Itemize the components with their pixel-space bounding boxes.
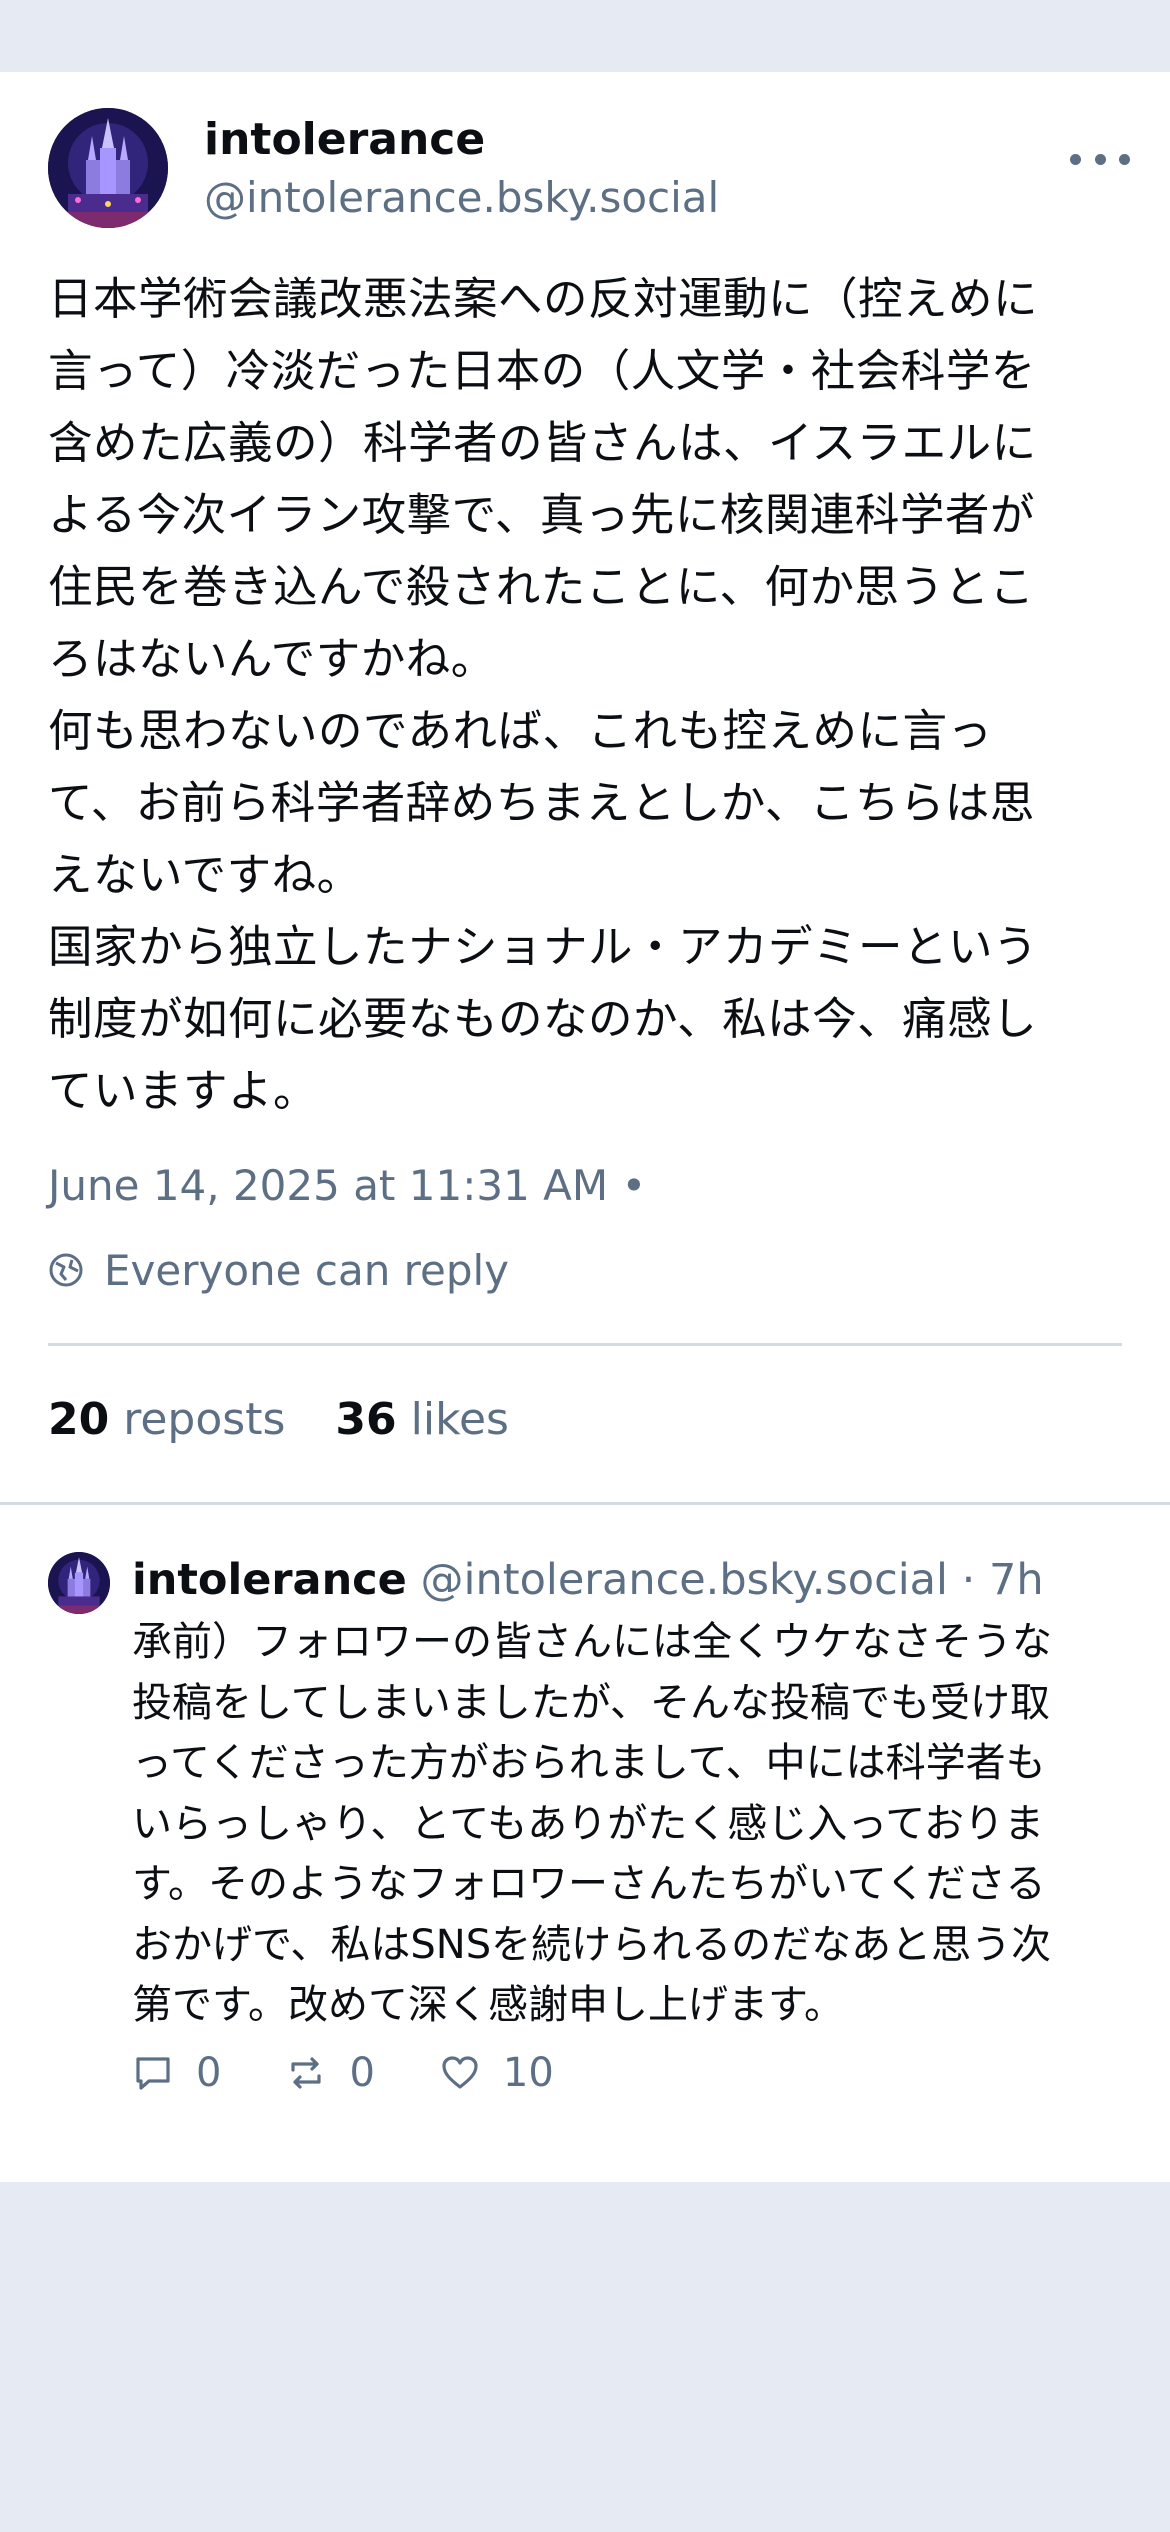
post-text: 日本学術会議改悪法案への反対運動に（控えめに 言って）冷淡だった日本の（人文学・… — [48, 274, 1039, 1117]
reply-time[interactable]: 7h — [989, 1555, 1044, 1605]
divider — [0, 1502, 1170, 1505]
repost-icon — [291, 2057, 322, 2089]
reply-setting: Everyone can reply — [48, 1242, 509, 1298]
reply-button[interactable]: 0 — [132, 2050, 221, 2096]
reposts-count: 20 — [48, 1394, 110, 1445]
castle-image — [48, 108, 168, 228]
comment-icon — [136, 2057, 170, 2090]
reposts-label: reposts — [123, 1394, 286, 1445]
like-count: 10 — [502, 2050, 554, 2096]
reply-author-handle[interactable]: @intolerance.bsky.social — [421, 1555, 948, 1605]
reply-header: intolerance @intolerance.bsky.social · 7… — [132, 1550, 1044, 1610]
post-thread: intolerance @intolerance.bsky.social 日本学… — [0, 72, 1170, 2182]
globe-icon — [49, 1253, 83, 1287]
author-avatar[interactable] — [48, 108, 168, 228]
reposts-stat[interactable]: 20 reposts — [48, 1390, 285, 1450]
divider — [48, 1343, 1122, 1346]
reply-author-avatar[interactable] — [48, 1552, 110, 1614]
likes-stat[interactable]: 36 likes — [335, 1390, 509, 1450]
like-button[interactable]: 10 — [439, 2050, 554, 2096]
reply-count: 0 — [196, 2050, 222, 2096]
dot — [1094, 153, 1106, 165]
reply-author-name[interactable]: intolerance — [132, 1555, 407, 1605]
likes-label: likes — [410, 1394, 509, 1445]
heart-icon — [442, 2056, 478, 2089]
reply-actions: 0 0 10 — [132, 2050, 618, 2096]
more-options-icon[interactable] — [1070, 144, 1130, 174]
reply-text: 承前）フォロワーの皆さんには全くウケなさそうな 投稿をしてしまいましたが、そんな… — [132, 1619, 1052, 2028]
engagement-stats: 20 reposts 36 likes — [48, 1390, 509, 1450]
post-timestamp[interactable]: June 14, 2025 at 11:31 AM • — [48, 1158, 646, 1214]
author-name[interactable]: intolerance — [204, 112, 485, 168]
dot — [1119, 153, 1130, 165]
separator: · — [961, 1555, 976, 1605]
castle-image — [48, 1552, 110, 1614]
repost-count: 0 — [349, 2050, 375, 2096]
reply-setting-label: Everyone can reply — [104, 1245, 510, 1295]
author-handle[interactable]: @intolerance.bsky.social — [204, 170, 719, 226]
dot — [1070, 153, 1081, 165]
repost-button[interactable]: 0 — [285, 2050, 375, 2096]
likes-count: 36 — [335, 1394, 397, 1445]
